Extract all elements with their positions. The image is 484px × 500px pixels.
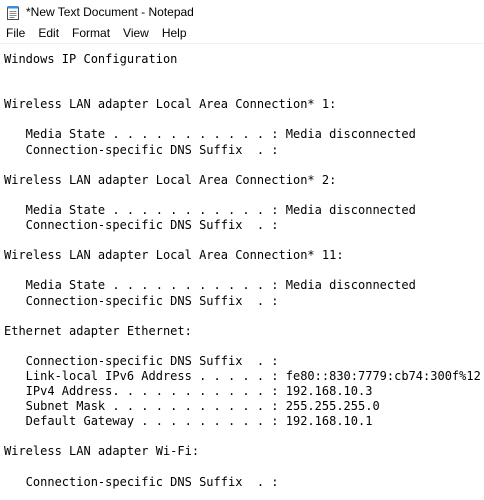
text-line — [4, 188, 484, 203]
text-line: Ethernet adapter Ethernet: — [4, 323, 192, 338]
text-line — [4, 263, 484, 278]
text-line: Connection-specific DNS Suffix . : — [4, 474, 279, 489]
title-bar[interactable]: *New Text Document - Notepad — [0, 0, 484, 24]
text-line — [4, 339, 484, 354]
text-line — [4, 309, 484, 324]
text-line: Default Gateway . . . . . . . . . : 192.… — [4, 414, 373, 429]
text-line: Link-local IPv6 Address . . . . . : fe80… — [4, 368, 481, 383]
text-line: Media State . . . . . . . . . . . : Medi… — [4, 278, 416, 293]
text-line — [4, 233, 484, 248]
text-line — [4, 82, 484, 97]
menu-format[interactable]: Format — [66, 24, 117, 43]
text-line: Connection-specific DNS Suffix . : — [4, 353, 279, 368]
text-line: IPv4 Address. . . . . . . . . . . : 192.… — [4, 384, 373, 399]
text-line — [4, 460, 484, 475]
text-line: Media State . . . . . . . . . . . : Medi… — [4, 202, 416, 217]
text-line: Connection-specific DNS Suffix . : — [4, 142, 279, 157]
window-title: *New Text Document - Notepad — [26, 5, 194, 19]
text-line: Wireless LAN adapter Wi-Fi: — [4, 444, 200, 459]
text-line — [4, 112, 484, 127]
menu-help[interactable]: Help — [156, 24, 194, 43]
text-line: Media State . . . . . . . . . . . : Medi… — [4, 127, 416, 142]
menu-view[interactable]: View — [117, 24, 156, 43]
text-line — [4, 67, 484, 82]
text-line — [4, 429, 484, 444]
menu-bar: File Edit Format View Help — [0, 24, 484, 44]
notepad-window: *New Text Document - Notepad File Edit F… — [0, 0, 484, 500]
text-line — [4, 158, 484, 173]
text-line: Connection-specific DNS Suffix . : — [4, 293, 279, 308]
text-line: Windows IP Configuration — [4, 52, 178, 66]
text-line: Wireless LAN adapter Local Area Connecti… — [4, 97, 337, 112]
text-line: Wireless LAN adapter Local Area Connecti… — [4, 248, 344, 263]
text-editor-area[interactable]: Windows IP Configuration Wireless LAN ada… — [4, 52, 484, 500]
text-line: Wireless LAN adapter Local Area Connecti… — [4, 172, 337, 187]
text-line: Connection-specific DNS Suffix . : — [4, 218, 279, 233]
notepad-icon — [6, 5, 20, 20]
text-line: Subnet Mask . . . . . . . . . . . : 255.… — [4, 399, 380, 414]
menu-file[interactable]: File — [0, 24, 32, 43]
menu-edit[interactable]: Edit — [32, 24, 66, 43]
